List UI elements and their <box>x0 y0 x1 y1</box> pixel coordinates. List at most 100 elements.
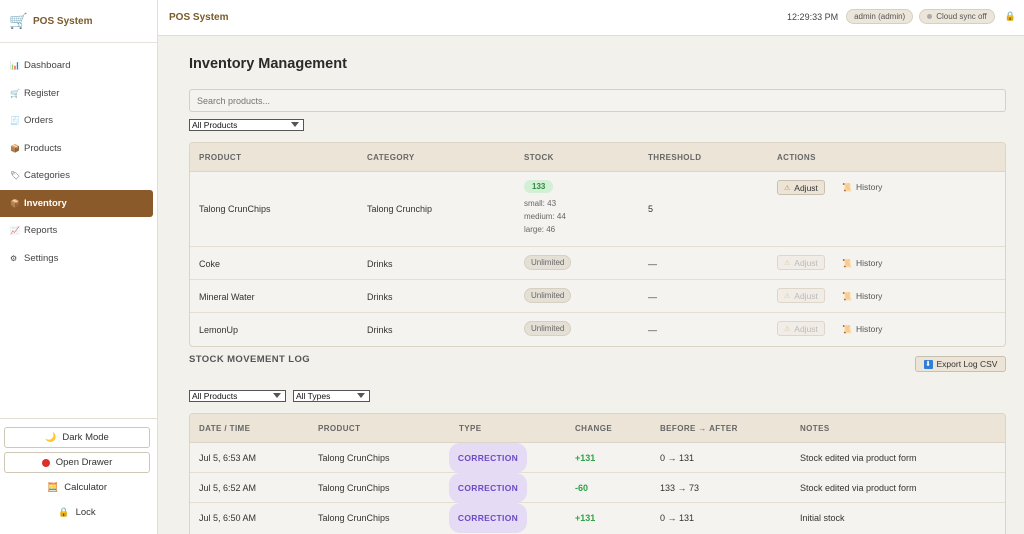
scroll-icon: 📜 <box>842 324 852 334</box>
threshold-value: — <box>648 325 657 335</box>
change-value: -60 <box>575 483 589 493</box>
column-header: CATEGORY <box>367 153 415 162</box>
sidebar-item-label: Settings <box>24 252 59 264</box>
sidebar-item-settings[interactable]: ⚙ Settings <box>0 245 158 273</box>
log-notes: Stock edited via product form <box>800 453 917 463</box>
sidebar-item-label: Products <box>24 142 62 154</box>
warning-icon: ⚠ <box>784 184 791 192</box>
product-filter-value: All Products <box>192 120 238 130</box>
sidebar: 🛒 POS System 📊 Dashboard 🛒 Register 🧾 Order… <box>0 0 158 534</box>
sidebar-item-register[interactable]: 🛒 Register <box>0 80 158 108</box>
column-header: NOTES <box>800 424 830 433</box>
column-header: TYPE <box>459 424 482 433</box>
adjust-button[interactable]: ⚠ Adjust <box>777 180 825 195</box>
sidebar-footer: 🌙 Dark Mode Open Drawer 🧮 Calculator 🔒 Lock <box>0 418 158 527</box>
sidebar-item-label: Categories <box>24 170 70 182</box>
brand-name: POS System <box>33 15 93 27</box>
box-icon: 📦 <box>10 143 20 153</box>
product-name: LemonUp <box>199 325 239 335</box>
adjust-button[interactable]: ⚠ Adjust <box>777 288 825 303</box>
adjust-label: Adjust <box>794 323 818 334</box>
variant-stock: large: 46 <box>524 225 556 234</box>
stock-badge: Unlimited <box>524 288 572 303</box>
table-header: PRODUCT CATEGORY STOCK THRESHOLD ACTIONS <box>190 143 1005 172</box>
table-row: Coke Drinks Unlimited — ⚠ Adjust 📜 History <box>190 247 1005 280</box>
chevron-down-icon <box>273 393 281 398</box>
adjust-button[interactable]: ⚠ Adjust <box>777 255 825 270</box>
sidebar-item-products[interactable]: 📦 Products <box>0 135 158 163</box>
chart-icon: 📊 <box>10 61 20 71</box>
sidebar-item-inventory[interactable]: 📦 Inventory <box>0 189 153 217</box>
moon-icon: 🌙 <box>45 432 57 442</box>
topbar-right: 12:29:33 PM admin (admin) Cloud sync off… <box>787 9 1016 24</box>
calculator-button[interactable]: 🧮 Calculator <box>4 477 150 498</box>
log-product: Talong CrunChips <box>318 513 390 523</box>
before-after: 0 → 131 <box>660 513 695 523</box>
table-row: LemonUp Drinks Unlimited — ⚠ Adjust 📜 Hist… <box>190 313 1005 346</box>
column-header: ACTIONS <box>777 153 816 162</box>
log-product-filter-select[interactable]: All Products <box>189 390 286 402</box>
gear-icon: ⚙ <box>10 253 18 263</box>
trend-icon: 📈 <box>10 226 20 236</box>
log-type-filter-select[interactable]: All Types <box>293 390 370 402</box>
sidebar-item-reports[interactable]: 📈 Reports <box>0 217 158 245</box>
history-button[interactable]: 📜 History <box>842 182 882 192</box>
log-product: Talong CrunChips <box>318 453 390 463</box>
cart-icon: 🛒 <box>10 88 20 98</box>
history-label: History <box>855 324 883 334</box>
user-badge[interactable]: admin (admin) <box>846 9 914 24</box>
adjust-button[interactable]: ⚠ Adjust <box>777 321 825 336</box>
history-button[interactable]: 📜 History <box>842 291 882 301</box>
log-product: Talong CrunChips <box>318 483 390 493</box>
adjust-label: Adjust <box>794 182 818 193</box>
lock-icon[interactable]: 🔒 <box>1005 11 1016 22</box>
lock-button[interactable]: 🔒 Lock <box>4 502 150 523</box>
column-header: PRODUCT <box>199 153 242 162</box>
product-filter-select[interactable]: All Products <box>189 119 304 131</box>
stock-cell: 133 small: 43 medium: 44 large: 46 <box>524 180 566 236</box>
log-date: Jul 5, 6:53 AM <box>199 453 257 463</box>
before-after: 133 → 73 <box>660 483 700 493</box>
log-row: Jul 5, 6:53 AM Talong CrunChips CORRECTI… <box>190 443 1005 473</box>
category-name: Drinks <box>367 292 393 302</box>
scroll-icon: 📜 <box>842 182 852 192</box>
dark-mode-button[interactable]: 🌙 Dark Mode <box>4 427 150 448</box>
product-name: Coke <box>199 259 221 269</box>
sidebar-item-orders[interactable]: 🧾 Orders <box>0 107 158 135</box>
history-label: History <box>855 258 883 268</box>
open-drawer-button[interactable]: Open Drawer <box>4 452 150 473</box>
product-name: Talong CrunChips <box>199 204 271 214</box>
sidebar-item-dashboard[interactable]: 📊 Dashboard <box>0 52 158 80</box>
threshold-value: — <box>648 292 657 302</box>
table-header: DATE / TIME PRODUCT TYPE CHANGE BEFORE →… <box>190 414 1005 443</box>
column-header: THRESHOLD <box>648 153 702 162</box>
lock-icon: 🔒 <box>58 507 70 517</box>
lock-label: Lock <box>75 507 96 518</box>
log-row: Jul 5, 6:52 AM Talong CrunChips CORRECTI… <box>190 473 1005 503</box>
tag-icon: 🏷 <box>10 171 21 181</box>
sidebar-brand: 🛒 POS System <box>0 0 157 43</box>
category-name: Drinks <box>367 259 393 269</box>
search-input[interactable] <box>189 89 1006 112</box>
log-notes: Initial stock <box>800 513 845 523</box>
history-button[interactable]: 📜 History <box>842 258 882 268</box>
log-notes: Stock edited via product form <box>800 483 917 493</box>
status-dot-icon <box>927 14 933 19</box>
sidebar-item-label: Dashboard <box>24 60 71 72</box>
column-header: PRODUCT <box>318 424 361 433</box>
export-log-button[interactable]: ⬇ Export Log CSV <box>915 356 1006 372</box>
history-label: History <box>855 291 883 301</box>
variant-stock: small: 43 <box>524 199 557 208</box>
clock: 12:29:33 PM <box>787 11 839 22</box>
threshold-value: — <box>648 259 657 269</box>
sidebar-item-label: Orders <box>24 115 54 127</box>
column-header: CHANGE <box>575 424 613 433</box>
red-dot-icon <box>41 458 50 467</box>
adjust-label: Adjust <box>794 290 818 301</box>
type-badge: CORRECTION <box>449 473 527 503</box>
type-badge: CORRECTION <box>449 443 527 473</box>
stock-badge: Unlimited <box>524 255 572 270</box>
history-button[interactable]: 📜 History <box>842 324 882 334</box>
sidebar-item-categories[interactable]: 🏷 Categories <box>0 162 158 190</box>
cloud-sync-badge[interactable]: Cloud sync off <box>919 9 995 24</box>
